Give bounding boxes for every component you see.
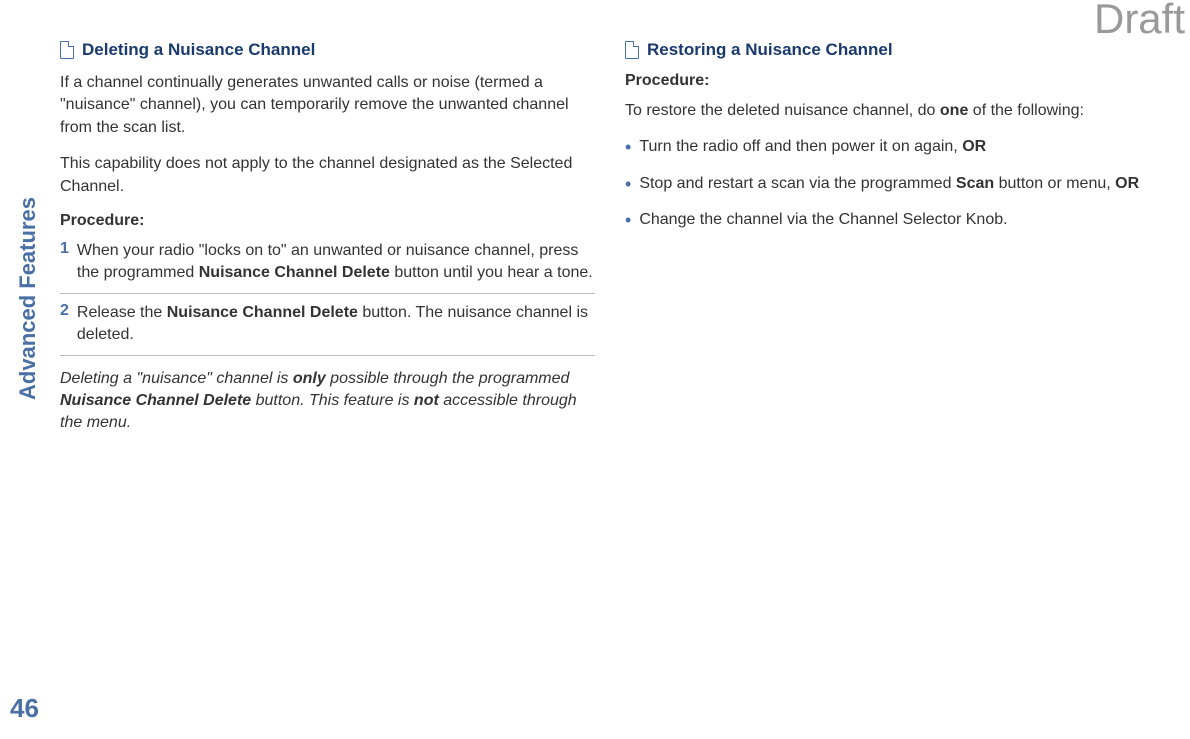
intro-bold: one <box>940 102 968 119</box>
right-heading: Restoring a Nuisance Channel <box>625 40 1160 60</box>
bullet-list: • Turn the radio off and then power it o… <box>625 136 1160 231</box>
page-number: 46 <box>10 693 39 724</box>
section-vertical-label: Advanced Features <box>15 197 41 400</box>
right-procedure-label: Procedure: <box>625 72 1160 90</box>
bullet-marker: • <box>625 175 631 195</box>
bullet-1: • Turn the radio off and then power it o… <box>625 136 1160 158</box>
bullet-1-bold-end: OR <box>962 138 986 155</box>
left-para-2: This capability does not apply to the ch… <box>60 153 595 198</box>
bullet-3-text: Change the channel via the Channel Selec… <box>639 209 1007 231</box>
step-1-bold: Nuisance Channel Delete <box>199 264 390 281</box>
step-1-number: 1 <box>60 240 69 285</box>
intro-before: To restore the deleted nuisance channel,… <box>625 102 940 119</box>
bullet-1-text: Turn the radio off and then power it on … <box>639 136 986 158</box>
bullet-2-bold-mid: Scan <box>956 175 994 192</box>
bullet-2: • Stop and restart a scan via the progra… <box>625 173 1160 195</box>
content-area: Deleting a Nuisance Channel If a channel… <box>0 0 1190 465</box>
intro-after: of the following: <box>968 102 1084 119</box>
left-column: Deleting a Nuisance Channel If a channel… <box>60 40 595 435</box>
right-heading-text: Restoring a Nuisance Channel <box>647 40 893 60</box>
note-b2: Nuisance Channel Delete <box>60 392 251 409</box>
step-2-text: Release the Nuisance Channel Delete butt… <box>77 302 595 347</box>
bullet-marker: • <box>625 138 631 158</box>
note-b3: not <box>414 392 439 409</box>
note-p2: possible through the programmed <box>326 370 570 387</box>
step-2: 2 Release the Nuisance Channel Delete bu… <box>60 302 595 356</box>
left-heading: Deleting a Nuisance Channel <box>60 40 595 60</box>
bullet-2-before: Stop and restart a scan via the programm… <box>639 175 956 192</box>
bullet-1-before: Turn the radio off and then power it on … <box>639 138 962 155</box>
bullet-2-mid: button or menu, <box>994 175 1115 192</box>
right-column: Restoring a Nuisance Channel Procedure: … <box>625 40 1160 435</box>
bullet-3: • Change the channel via the Channel Sel… <box>625 209 1160 231</box>
bullet-2-text: Stop and restart a scan via the programm… <box>639 173 1139 195</box>
bullet-2-bold-end: OR <box>1115 175 1139 192</box>
step-1-text: When your radio "locks on to" an unwante… <box>77 240 595 285</box>
left-procedure-label: Procedure: <box>60 212 595 230</box>
right-intro: To restore the deleted nuisance channel,… <box>625 100 1160 122</box>
document-icon <box>60 41 74 59</box>
step-2-bold: Nuisance Channel Delete <box>167 304 358 321</box>
step-1-after: button until you hear a tone. <box>390 264 593 281</box>
left-heading-text: Deleting a Nuisance Channel <box>82 40 315 60</box>
step-2-number: 2 <box>60 302 69 347</box>
document-icon <box>625 41 639 59</box>
step-2-before: Release the <box>77 304 167 321</box>
bullet-3-before: Change the channel via the Channel Selec… <box>639 211 1007 228</box>
note-b1: only <box>293 370 326 387</box>
note-p1: Deleting a "nuisance" channel is <box>60 370 293 387</box>
left-note: Deleting a "nuisance" channel is only po… <box>60 368 595 435</box>
left-para-1: If a channel continually generates unwan… <box>60 72 595 139</box>
step-1: 1 When your radio "locks on to" an unwan… <box>60 240 595 294</box>
bullet-marker: • <box>625 211 631 231</box>
note-p3: button. This feature is <box>251 392 414 409</box>
watermark: Draft <box>1094 0 1185 43</box>
